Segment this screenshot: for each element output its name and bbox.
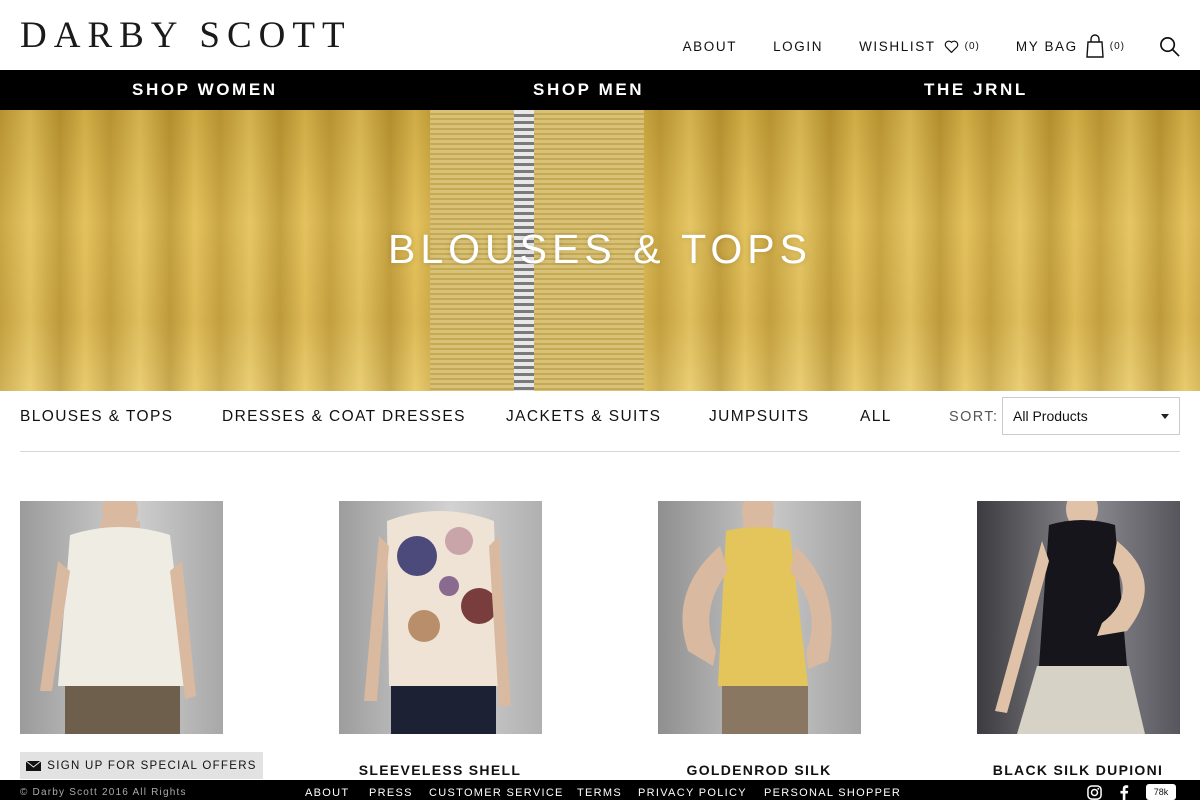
copyright-text: © Darby Scott 2016 All Rights — [20, 787, 187, 798]
login-label: LOGIN — [773, 38, 824, 54]
footer-link-personal-shopper[interactable]: PERSONAL SHOPPER — [764, 787, 901, 799]
search-icon — [1160, 36, 1180, 57]
bag-label: MY BAG — [1015, 38, 1078, 54]
footer-link-press[interactable]: PRESS — [369, 787, 413, 799]
product-image — [40, 501, 196, 734]
utility-nav: ABOUT LOGIN WISHLIST (0) MY BAG (0) — [647, 34, 1180, 58]
signup-offers-button[interactable]: SIGN UP FOR SPECIAL OFFERS — [20, 752, 263, 779]
wishlist-count: (0) — [964, 40, 980, 52]
sort-dropdown[interactable]: All Products — [1002, 397, 1180, 435]
category-jackets-suits[interactable]: JACKETS & SUITS — [506, 408, 661, 426]
product-name-4[interactable]: BLACK SILK DUPIONI — [958, 762, 1198, 778]
about-link[interactable]: ABOUT — [683, 39, 738, 54]
category-blouses-tops[interactable]: BLOUSES & TOPS — [20, 408, 173, 426]
hero-title: BLOUSES & TOPS — [388, 226, 812, 272]
footer-link-privacy-policy[interactable]: PRIVACY POLICY — [638, 787, 747, 799]
envelope-icon — [26, 760, 42, 771]
site-footer: © Darby Scott 2016 All Rights ABOUT PRES… — [0, 780, 1200, 800]
product-name-2[interactable]: SLEEVELESS SHELL — [320, 762, 560, 778]
bag-count: (0) — [1109, 40, 1125, 52]
product-card-2[interactable] — [339, 501, 542, 734]
footer-link-terms[interactable]: TERMS — [577, 787, 622, 799]
category-all[interactable]: ALL — [860, 408, 892, 426]
main-nav: SHOP WOMEN SHOP MEN THE JRNL — [0, 70, 1200, 110]
category-dresses[interactable]: DRESSES & COAT DRESSES — [222, 408, 466, 426]
category-bar: BLOUSES & TOPS DRESSES & COAT DRESSES JA… — [20, 392, 1180, 452]
about-label: ABOUT — [682, 38, 738, 54]
bag-link[interactable]: MY BAG (0) — [1016, 34, 1125, 58]
heart-icon — [944, 40, 958, 53]
nav-shop-women[interactable]: SHOP WOMEN — [132, 80, 278, 100]
wishlist-link[interactable]: WISHLIST (0) — [859, 39, 980, 54]
category-jumpsuits[interactable]: JUMPSUITS — [709, 408, 809, 426]
social-count-badge[interactable]: 78k — [1146, 784, 1176, 800]
product-card-3[interactable] — [658, 501, 861, 734]
instagram-icon[interactable] — [1087, 785, 1102, 800]
footer-link-about[interactable]: ABOUT — [305, 787, 349, 799]
product-image — [682, 501, 832, 734]
shopping-bag-icon — [1086, 34, 1104, 58]
sort-label: SORT: — [949, 409, 999, 425]
search-button[interactable] — [1159, 36, 1180, 57]
wishlist-label: WISHLIST — [859, 38, 936, 54]
product-card-1[interactable] — [20, 501, 223, 734]
product-image — [364, 511, 511, 734]
hero-banner: BLOUSES & TOPS — [0, 110, 1200, 391]
site-header: DARBY SCOTT ABOUT LOGIN WISHLIST (0) MY … — [0, 0, 1200, 70]
facebook-icon[interactable] — [1119, 785, 1129, 800]
footer-link-customer-service[interactable]: CUSTOMER SERVICE — [429, 787, 564, 799]
site-logo[interactable]: DARBY SCOTT — [20, 14, 352, 57]
nav-journal[interactable]: THE JRNL — [924, 80, 1028, 100]
product-card-4[interactable] — [977, 501, 1180, 734]
chevron-down-icon — [1161, 414, 1169, 419]
product-name-3[interactable]: GOLDENROD SILK — [639, 762, 879, 778]
login-link[interactable]: LOGIN — [773, 39, 823, 54]
product-image — [995, 501, 1145, 734]
signup-label: SIGN UP FOR SPECIAL OFFERS — [47, 759, 257, 772]
nav-shop-men[interactable]: SHOP MEN — [533, 80, 644, 100]
sort-selected-value: All Products — [1013, 408, 1088, 424]
